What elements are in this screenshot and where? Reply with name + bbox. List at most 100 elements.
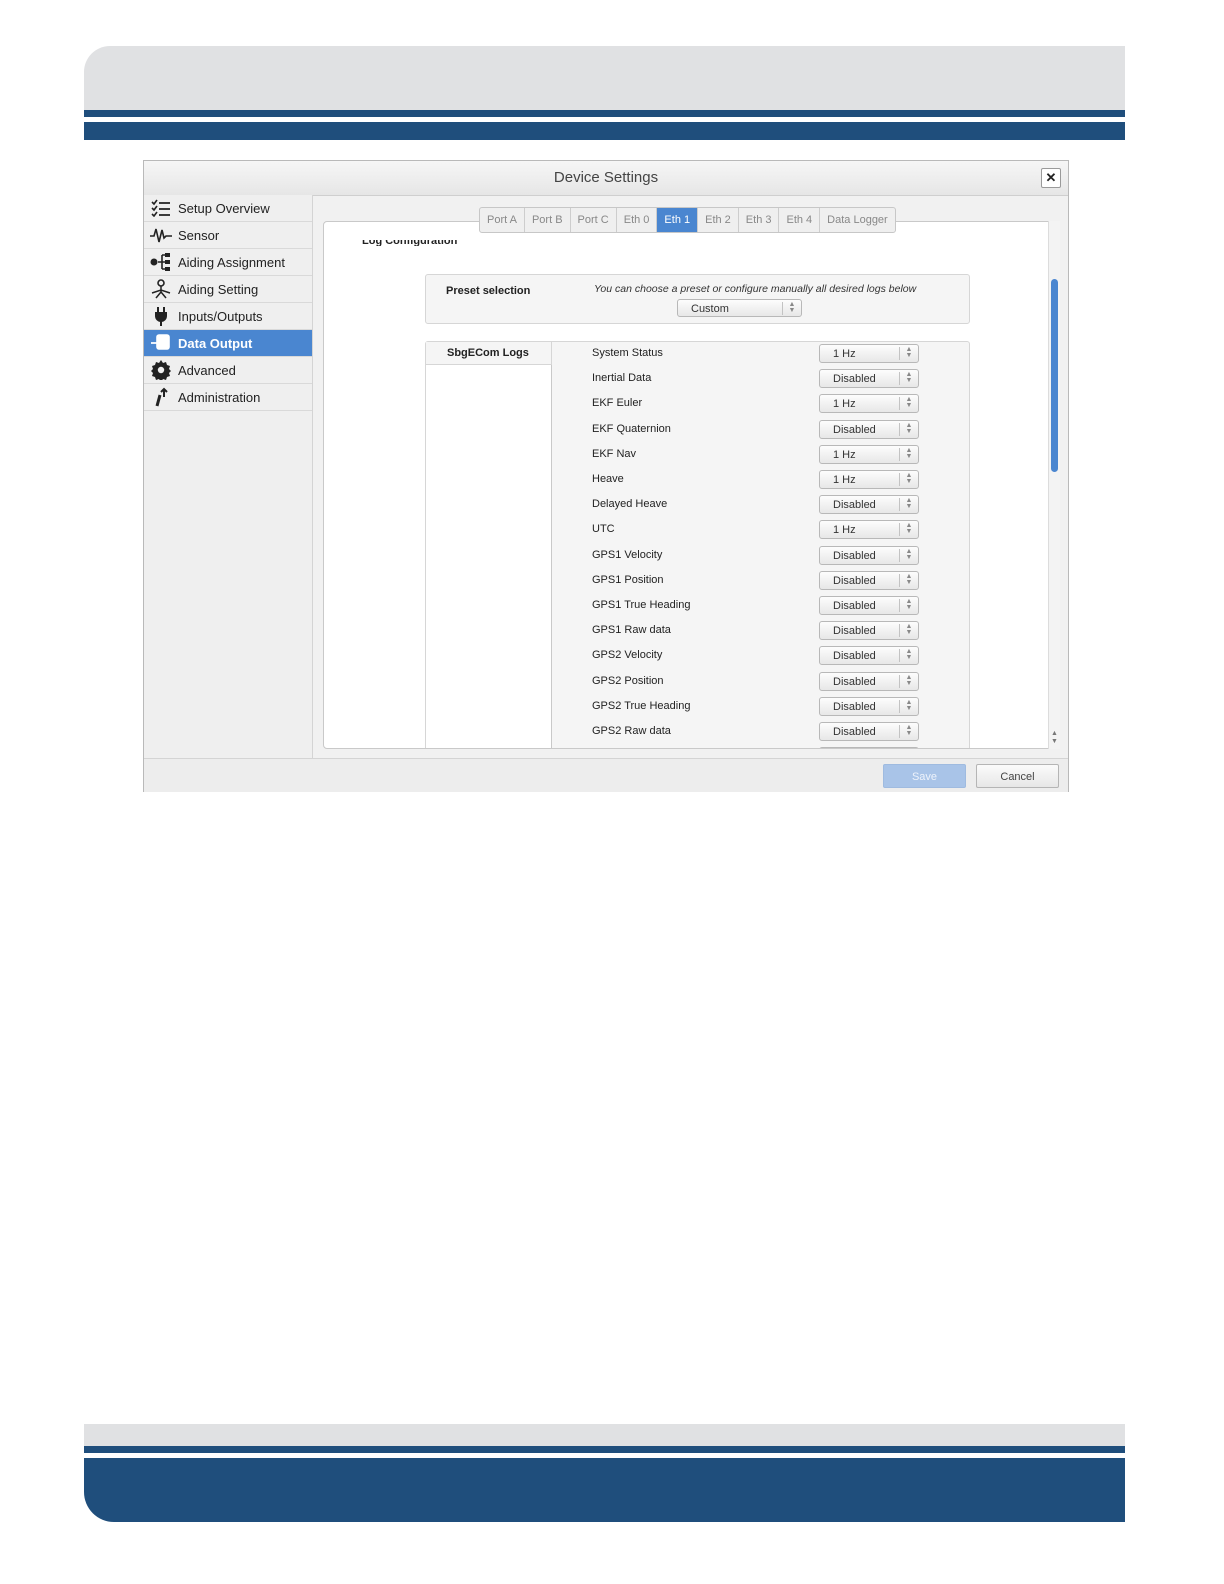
sidebar-item-administration[interactable]: Administration [144, 384, 312, 411]
tab-data-logger[interactable]: Data Logger [820, 208, 895, 232]
close-button[interactable]: ✕ [1041, 168, 1061, 188]
log-name: EKF Nav [592, 447, 637, 460]
tab-eth-4[interactable]: Eth 4 [779, 208, 821, 232]
sbgecom-logs-label: SbgECom Logs [447, 347, 529, 359]
gear-icon [150, 360, 172, 380]
log-rate-value: Disabled [833, 600, 876, 612]
log-rate-select[interactable]: Disabled▲▼ [819, 671, 919, 691]
log-rate-select[interactable]: 1 Hz ▲ ▼ [819, 470, 919, 489]
spinner-arrows-icon: ▲ ▼ [899, 396, 918, 411]
tab-port-c[interactable]: Port C [571, 208, 617, 232]
pin-icon [150, 279, 172, 299]
sidebar-item-setup-overview[interactable]: Setup Overview [144, 195, 312, 222]
spinner-arrows-icon: ▲ ▼ [782, 301, 801, 315]
spinner-arrows-icon: ▲ ▼ [899, 472, 918, 486]
log-rate-value: 1 Hz [833, 448, 856, 461]
sidebar-item-label: Sensor [178, 227, 220, 243]
cancel-button[interactable]: Cancel [976, 764, 1059, 788]
log-rate-select[interactable]: Disabled ▲▼ [819, 621, 919, 641]
spinner-arrows-icon: ▲ ▼ [899, 724, 918, 738]
log-row: GPS1 Velocity Disabled ▲ ▼ [592, 545, 922, 566]
dialog-titlebar: Device Settings ✕ [144, 161, 1068, 196]
log-rate-value: Disabled [833, 726, 876, 738]
log-rate-select[interactable]: Disabled▲▼ [819, 419, 919, 439]
log-rate-select[interactable]: Disabled▲▼ [819, 369, 919, 389]
spinner-arrows-icon: ▲ ▼ [899, 548, 918, 562]
log-name: EKF Quaternion [592, 422, 671, 435]
log-name: Inertial Data [592, 372, 652, 385]
sidebar-item-label: Aiding Setting [178, 281, 259, 297]
log-rate-select[interactable]: Disabled ▲▼ [819, 596, 919, 615]
wrench-icon [150, 387, 172, 407]
close-icon: ✕ [1045, 170, 1057, 185]
sidebar-item-label: Administration [178, 389, 261, 405]
spinner-arrows-icon: ▲ ▼ [899, 598, 918, 612]
spinner-arrows-icon: ▲ ▼ [899, 371, 918, 386]
spinner-arrows-icon: ▲ ▼ [899, 573, 918, 587]
dialog-title: Device Settings [553, 169, 659, 186]
log-rate-value: 1 Hz [833, 398, 856, 411]
log-row: System Status 1 Hz ▲ ▼ [592, 344, 922, 364]
scroll-arrows-icon[interactable]: ▲ ▼ [1050, 730, 1059, 746]
log-rate-select[interactable]: Disabled ▲▼ [819, 646, 919, 666]
tab-eth-2[interactable]: Eth 2 [698, 208, 739, 232]
sbgecom-logs-box: SbgECom Logs System Status 1 Hz ▲ ▼ Inertial… [425, 341, 970, 748]
log-rate-select[interactable]: Disabled▲▼ [819, 747, 919, 748]
log-rate-value: Disabled [833, 625, 876, 638]
tab-port-a[interactable]: Port A [480, 208, 525, 232]
sidebar-item-aiding-assignment[interactable]: Aiding Assignment [144, 249, 312, 276]
page-header-band [84, 46, 1125, 110]
log-row: UTC 1 Hz ▲ ▼ [592, 520, 922, 540]
log-row: Heave 1 Hz ▲ ▼ [592, 470, 922, 490]
tab-eth-3[interactable]: Eth 3 [739, 208, 780, 232]
sidebar-item-sensor[interactable]: Sensor [144, 222, 312, 249]
log-rate-select[interactable]: Disabled▲▼ [819, 495, 919, 515]
log-rate-select[interactable]: Disabled ▲▼ [819, 722, 919, 741]
log-rate-select[interactable]: 1 Hz ▲ ▼ [819, 394, 919, 414]
log-name: GPS2 Position [592, 674, 664, 687]
scrollbar-thumb[interactable] [1051, 279, 1058, 472]
log-rate-select[interactable]: Disabled▲▼ [819, 570, 919, 590]
log-name: Heave [592, 473, 624, 485]
vertical-scrollbar[interactable]: ▲ ▼ [1048, 221, 1060, 749]
log-row: GPS2 Velocity Disabled ▲ ▼ [592, 646, 922, 666]
sidebar-item-advanced[interactable]: Advanced [144, 357, 312, 384]
preset-value: Custom [691, 303, 729, 315]
page-footer-bar [84, 1458, 1125, 1522]
tab-eth-0[interactable]: Eth 0 [617, 208, 658, 232]
preset-select[interactable]: Custom ▲ ▼ [677, 299, 802, 317]
dialog-footer: Save Cancel [144, 758, 1068, 792]
log-rate-select[interactable]: 1 Hz ▲ ▼ [819, 344, 919, 363]
content-area: Log Configuration Preset selection You c… [313, 195, 1068, 758]
preset-hint: You can choose a preset or configure man… [594, 283, 917, 295]
save-button[interactable]: Save [883, 764, 966, 788]
spinner-arrows-icon: ▲ ▼ [899, 648, 918, 663]
log-rate-select[interactable]: 1 Hz ▲ ▼ [819, 520, 919, 540]
log-rate-value: Disabled [833, 650, 876, 663]
log-rate-select[interactable]: 1 Hz ▲ ▼ [819, 444, 919, 464]
log-configuration-panel: Log Configuration Preset selection You c… [323, 221, 1059, 749]
log-rate-select[interactable]: Disabled▲▼ [819, 545, 919, 565]
spinner-arrows-icon: ▲ ▼ [899, 623, 918, 638]
log-row: Delayed Heave Disabled ▲ ▼ [592, 495, 922, 515]
page-footer-band [84, 1424, 1125, 1446]
preset-label: Preset selection [446, 285, 531, 297]
checklist-icon [150, 198, 172, 218]
tab-port-b[interactable]: Port B [525, 208, 571, 232]
log-rate-select[interactable]: Disabled▲▼ [819, 696, 919, 716]
log-rate-value: 1 Hz [833, 348, 856, 360]
spinner-arrows-icon: ▲ ▼ [899, 522, 918, 537]
sidebar-item-data-output[interactable]: Data Output [144, 330, 312, 357]
tab-eth-1[interactable]: Eth 1 [657, 208, 699, 232]
spinner-arrows-icon: ▲ ▼ [899, 497, 918, 512]
plug-icon [150, 306, 172, 326]
log-name: GPS2 Raw data [592, 725, 671, 737]
sidebar-item-inputs-outputs[interactable]: Inputs/Outputs [144, 303, 312, 330]
spinner-arrows-icon: ▲ ▼ [899, 346, 918, 360]
sidebar-item-label: Inputs/Outputs [178, 308, 263, 324]
log-row: DVL Bottom TrackDisabled▲▼ [592, 747, 922, 748]
page-header-bar [84, 122, 1125, 140]
sidebar-item-aiding-setting[interactable]: Aiding Setting [144, 276, 312, 303]
log-row: Inertial Data Disabled ▲ ▼ [592, 369, 922, 389]
log-row: GPS1 True Heading Disabled ▲ ▼ [592, 596, 922, 616]
